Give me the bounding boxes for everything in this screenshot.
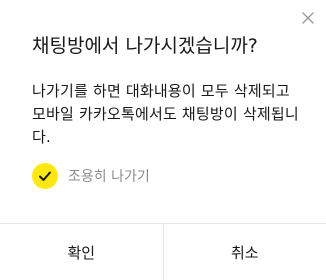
dialog-title: 채팅방에서 나가시겠습니까?: [32, 35, 258, 57]
close-icon: [302, 12, 314, 24]
dialog-message: 나가기를 하면 대화내용이 모두 삭제되고 모바일 카카오톡에서도 채팅방이 삭…: [32, 82, 299, 146]
checkbox-circle[interactable]: [32, 163, 58, 189]
cancel-button[interactable]: 취소: [163, 224, 326, 280]
quiet-leave-label: 조용히 나가기: [68, 169, 150, 185]
leave-chatroom-dialog: 채팅방에서 나가시겠습니까? 나가기를 하면 대화내용이 모두 삭제되고 모바일…: [0, 0, 326, 280]
quiet-leave-checkbox[interactable]: 조용히 나가기: [32, 163, 150, 189]
confirm-button[interactable]: 확인: [0, 224, 163, 280]
close-button[interactable]: [300, 10, 316, 26]
dialog-footer: 확인 취소: [0, 223, 326, 280]
checkmark-icon: [39, 171, 51, 181]
